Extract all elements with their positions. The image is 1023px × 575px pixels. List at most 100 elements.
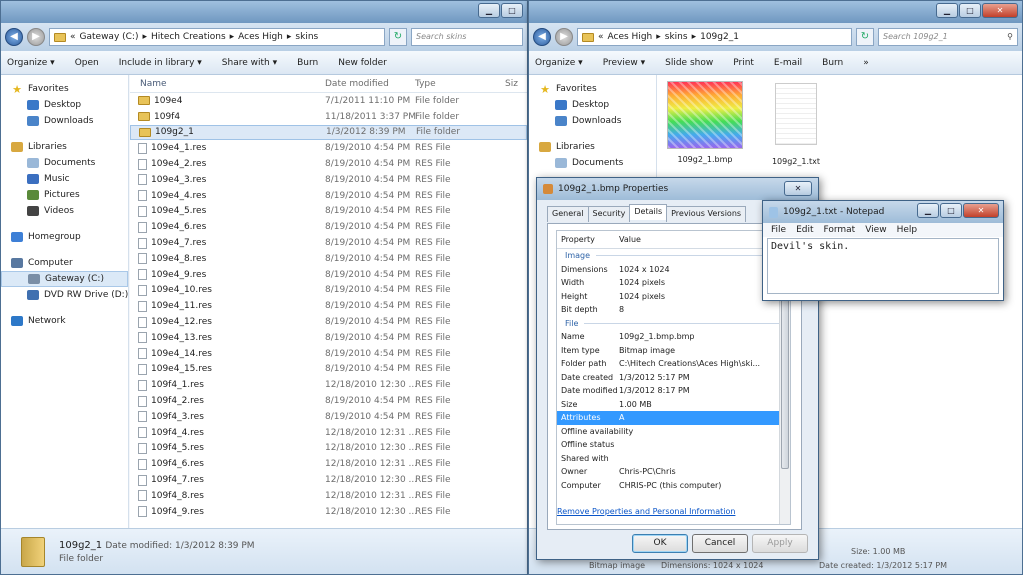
toolbar-burn-button[interactable]: Burn [297, 58, 318, 68]
property-row-size[interactable]: Size 1.00 MB [557, 398, 790, 412]
property-row-bit-depth[interactable]: Bit depth 8 [557, 303, 790, 317]
file-row[interactable]: 109e4_10.res 8/19/2010 4:54 PM RES File [130, 283, 527, 299]
property-row-owner[interactable]: Owner Chris-PC\Chris [557, 465, 790, 479]
file-row[interactable]: 109f4_4.res 12/18/2010 12:31 ... RES File [130, 425, 527, 441]
breadcrumb-item[interactable]: 109g2_1 [700, 32, 739, 42]
file-row[interactable]: 109f4_8.res 12/18/2010 12:31 ... RES File [130, 488, 527, 504]
menu-file[interactable]: File [771, 225, 786, 235]
notepad-text-area[interactable]: Devil's skin. [767, 238, 999, 294]
toolbar-organize-button[interactable]: Organize ▾ [535, 58, 583, 68]
chevron-right-icon[interactable]: ▸ [230, 32, 235, 42]
nav-item-favorites[interactable]: ★ Favorites [1, 81, 128, 97]
breadcrumb[interactable]: «Gateway (C:) ▸ Hitech Creations ▸ Aces High… [49, 28, 385, 46]
property-row-computer[interactable]: Computer CHRIS-PC (this computer) [557, 479, 790, 493]
file-row[interactable]: 109e4_7.res 8/19/2010 4:54 PM RES File [130, 235, 527, 251]
refresh-icon[interactable]: ↻ [856, 28, 874, 46]
notepad-title-bar[interactable]: 109g2_1.txt - Notepad ▁ □ ✕ [763, 201, 1003, 223]
breadcrumb-item[interactable]: skins [665, 32, 688, 42]
menu-help[interactable]: Help [897, 225, 918, 235]
nav-item-desktop[interactable]: Desktop [1, 97, 128, 113]
nav-item-gateway-c[interactable]: Gateway (C:) [1, 271, 128, 287]
file-row[interactable]: 109e4_14.res 8/19/2010 4:54 PM RES File [130, 346, 527, 362]
column-header-date-modified[interactable]: Date modified [325, 79, 415, 89]
file-row[interactable]: 109e4_13.res 8/19/2010 4:54 PM RES File [130, 330, 527, 346]
file-row[interactable]: 109g2_1 1/3/2012 8:39 PM File folder [130, 124, 527, 141]
file-row[interactable]: 109f4_9.res 12/18/2010 12:30 ... RES File [130, 504, 527, 520]
file-row[interactable]: 109f4_6.res 12/18/2010 12:31 ... RES File [130, 456, 527, 472]
nav-item-libraries[interactable]: Libraries [1, 139, 128, 155]
toolbar-share-with-button[interactable]: Share with ▾ [222, 58, 277, 68]
chevron-right-icon[interactable]: ▸ [142, 32, 147, 42]
nav-item-favorites[interactable]: ★ Favorites [529, 81, 656, 97]
tab-previous-versions[interactable]: Previous Versions [666, 206, 747, 222]
toolbar-open-button[interactable]: Open [75, 58, 99, 68]
remove-properties-link[interactable]: Remove Properties and Personal Informati… [557, 507, 735, 516]
toolbar-preview-button[interactable]: Preview ▾ [603, 58, 645, 68]
file-item-bmp[interactable]: 109g2_1.bmp [663, 81, 747, 164]
column-header-type[interactable]: Type [415, 79, 505, 89]
chevron-right-icon[interactable]: ▸ [692, 32, 697, 42]
title-bar[interactable]: ▁ □ ✕ [529, 1, 1022, 23]
cancel-button[interactable]: Cancel [692, 534, 748, 553]
file-row[interactable]: 109e4_6.res 8/19/2010 4:54 PM RES File [130, 219, 527, 235]
file-row[interactable]: 109f4_7.res 12/18/2010 12:30 ... RES File [130, 472, 527, 488]
minimize-button[interactable]: ▁ [917, 203, 939, 218]
file-row[interactable]: 109e4_4.res 8/19/2010 4:54 PM RES File [130, 188, 527, 204]
property-row-offline-availability[interactable]: Offline availability [557, 425, 790, 439]
breadcrumb-item[interactable]: Gateway (C:) [80, 32, 139, 42]
apply-button[interactable]: Apply [752, 534, 808, 553]
toolbar-organize-button[interactable]: Organize ▾ [7, 58, 55, 68]
toolbar-include-in-library-button[interactable]: Include in library ▾ [119, 58, 202, 68]
property-row-name[interactable]: Name 109g2_1.bmp.bmp [557, 330, 790, 344]
menu-view[interactable]: View [865, 225, 886, 235]
file-row[interactable]: 109e4_12.res 8/19/2010 4:54 PM RES File [130, 314, 527, 330]
search-input[interactable]: Search skins [411, 28, 523, 46]
nav-item-videos[interactable]: Videos [1, 203, 128, 219]
nav-item-downloads[interactable]: Downloads [529, 113, 656, 129]
file-row[interactable]: 109e4 7/1/2011 11:10 PM File folder [130, 93, 527, 109]
nav-item-music[interactable]: Music [1, 171, 128, 187]
back-button[interactable]: ◀ [5, 28, 23, 46]
nav-item-computer[interactable]: Computer [1, 255, 128, 271]
breadcrumb-item[interactable]: « [598, 32, 604, 42]
nav-item-downloads[interactable]: Downloads [1, 113, 128, 129]
property-row-date-modified[interactable]: Date modified 1/3/2012 8:17 PM [557, 384, 790, 398]
nav-item-homegroup[interactable]: Homegroup [1, 229, 128, 245]
close-button[interactable]: ✕ [982, 3, 1018, 18]
tab-security[interactable]: Security [587, 206, 631, 222]
file-row[interactable]: 109f4 11/18/2011 3:37 PM File folder [130, 109, 527, 125]
breadcrumb-item[interactable]: skins [295, 32, 318, 42]
nav-item-dvd-rw-drive-d-b[interactable]: DVD RW Drive (D:) B [1, 287, 137, 303]
file-row[interactable]: 109e4_9.res 8/19/2010 4:54 PM RES File [130, 267, 527, 283]
file-row[interactable]: 109f4_3.res 8/19/2010 4:54 PM RES File [130, 409, 527, 425]
file-row[interactable]: 109e4_8.res 8/19/2010 4:54 PM RES File [130, 251, 527, 267]
toolbar-slide-show-button[interactable]: Slide show [665, 58, 713, 68]
toolbar-burn-button[interactable]: Burn [822, 58, 843, 68]
file-row[interactable]: 109f4_1.res 12/18/2010 12:30 ... RES File [130, 377, 527, 393]
toolbar-print-button[interactable]: Print [733, 58, 754, 68]
chevron-right-icon[interactable]: ▸ [287, 32, 292, 42]
maximize-button[interactable]: □ [501, 3, 523, 18]
chevron-right-icon[interactable]: ▸ [656, 32, 661, 42]
dialog-title-bar[interactable]: 109g2_1.bmp Properties ✕ [537, 178, 818, 200]
file-row[interactable]: 109e4_3.res 8/19/2010 4:54 PM RES File [130, 172, 527, 188]
breadcrumb-item[interactable]: « [70, 32, 76, 42]
title-bar[interactable]: ▁ □ [1, 1, 527, 23]
property-row-date-created[interactable]: Date created 1/3/2012 5:17 PM [557, 371, 790, 385]
forward-button[interactable]: ▶ [555, 28, 573, 46]
maximize-button[interactable]: □ [940, 203, 962, 218]
file-row[interactable]: 109e4_1.res 8/19/2010 4:54 PM RES File [130, 140, 527, 156]
menu-format[interactable]: Format [824, 225, 856, 235]
maximize-button[interactable]: □ [959, 3, 981, 18]
property-row-dimensions[interactable]: Dimensions 1024 x 1024 [557, 263, 790, 277]
toolbar-e-mail-button[interactable]: E-mail [774, 58, 802, 68]
file-row[interactable]: 109e4_15.res 8/19/2010 4:54 PM RES File [130, 362, 527, 378]
column-header-siz[interactable]: Siz [505, 79, 518, 89]
breadcrumb-item[interactable]: Aces High [238, 32, 283, 42]
close-button[interactable]: ✕ [963, 203, 999, 218]
nav-item-pictures[interactable]: Pictures [1, 187, 128, 203]
property-row-folder-path[interactable]: Folder path C:\Hitech Creations\Aces High… [557, 357, 790, 371]
property-row-width[interactable]: Width 1024 pixels [557, 276, 790, 290]
file-row[interactable]: 109f4_5.res 12/18/2010 12:30 ... RES File [130, 441, 527, 457]
file-row[interactable]: 109e4_5.res 8/19/2010 4:54 PM RES File [130, 204, 527, 220]
